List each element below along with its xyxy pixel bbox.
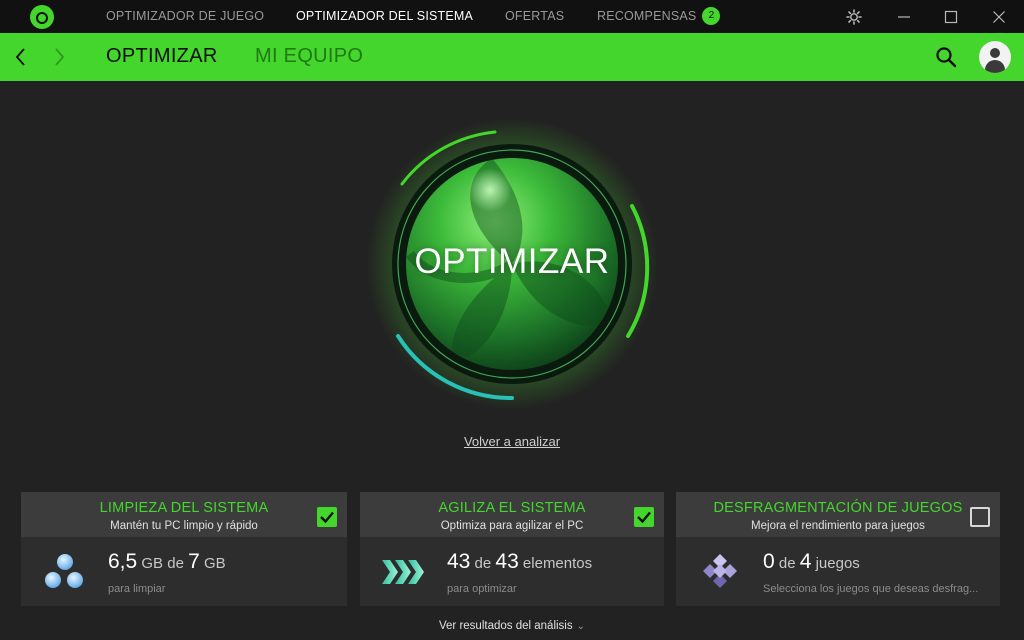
diamonds-icon (703, 554, 737, 588)
card-subtitle: Mantén tu PC limpio y rápido (110, 520, 258, 532)
stat-unit-2: elementos (522, 555, 593, 572)
nav-tab-optimizar[interactable]: OPTIMIZAR (106, 33, 218, 81)
maximize-icon[interactable] (931, 0, 971, 33)
stat-unit-1: GB (141, 555, 164, 572)
minimize-icon[interactable] (884, 0, 924, 33)
card-header: LIMPIEZA DEL SISTEMA Mantén tu PC limpio… (21, 492, 347, 537)
card-title: AGILIZA EL SISTEMA (438, 500, 586, 516)
avatar-icon[interactable] (979, 41, 1011, 73)
optimize-button[interactable]: OPTIMIZAR (362, 114, 662, 414)
results-row: Ver resultados del análisis ⌄ (0, 620, 1024, 632)
card-body: 6,5 GB de 7 GB para limpiar (21, 537, 347, 606)
card-system-cleanup: LIMPIEZA DEL SISTEMA Mantén tu PC limpio… (21, 492, 347, 606)
tab-optimizador-del-sistema[interactable]: OPTIMIZADOR DEL SISTEMA (296, 0, 473, 33)
stat-unit-2: GB (203, 555, 226, 572)
card-header: DESFRAGMENTACIÓN DE JUEGOS Mejora el ren… (676, 492, 1000, 537)
settings-gear-icon[interactable] (834, 0, 874, 33)
view-results-link[interactable]: Ver resultados del análisis (439, 620, 573, 632)
defrag-stat: 0 de 4 juegos (763, 550, 860, 574)
card-header: AGILIZA EL SISTEMA Optimiza para agiliza… (360, 492, 664, 537)
stat-value-2: 43 (495, 550, 519, 573)
tab-recompensas[interactable]: RECOMPENSAS 2 (597, 0, 721, 33)
stat-connector: de (474, 555, 492, 572)
stat-value-1: 6,5 (108, 550, 138, 573)
stat-value-1: 0 (763, 550, 775, 573)
card-subtitle: Mejora el rendimiento para juegos (751, 520, 925, 532)
defrag-stat-caption: Selecciona los juegos que deseas desfrag… (763, 583, 979, 595)
card-game-defrag: DESFRAGMENTACIÓN DE JUEGOS Mejora el ren… (676, 492, 1000, 606)
tab-optimizador-de-juego[interactable]: OPTIMIZADOR DE JUEGO (106, 0, 264, 33)
app-logo-icon[interactable] (30, 5, 54, 29)
stat-value-1: 43 (447, 550, 471, 573)
card-body: 43 de 43 elementos para optimizar (360, 537, 664, 606)
forward-arrow-icon[interactable] (52, 33, 66, 81)
card-title: DESFRAGMENTACIÓN DE JUEGOS (713, 500, 963, 516)
stat-value-2: 4 (799, 550, 812, 573)
card-speed-up: AGILIZA EL SISTEMA Optimiza para agiliza… (360, 492, 664, 606)
speed-up-checkbox[interactable] (634, 507, 654, 527)
stat-unit-2: juegos (815, 555, 860, 572)
reanalyze-row: Volver a analizar (0, 434, 1024, 449)
title-bar: OPTIMIZADOR DE JUEGO OPTIMIZADOR DEL SIS… (0, 0, 1024, 33)
tab-ofertas[interactable]: OFERTAS (505, 0, 564, 33)
defrag-checkbox[interactable] (970, 507, 990, 527)
optimize-label: OPTIMIZAR (414, 242, 610, 281)
nav-tab-mi-equipo[interactable]: MI EQUIPO (255, 33, 363, 81)
tab-recompensas-label: RECOMPENSAS (597, 9, 697, 23)
speed-up-stat-caption: para optimizar (447, 583, 517, 595)
card-subtitle: Optimiza para agilizar el PC (440, 520, 584, 532)
close-icon[interactable] (979, 0, 1019, 33)
speed-up-stat: 43 de 43 elementos (447, 550, 592, 574)
back-arrow-icon[interactable] (14, 33, 28, 81)
stat-connector: de (167, 555, 184, 572)
rewards-count-badge: 2 (702, 6, 721, 25)
cleanup-checkbox[interactable] (317, 507, 337, 527)
chevron-down-icon[interactable]: ⌄ (577, 621, 585, 632)
main-nav-bar: OPTIMIZAR MI EQUIPO (0, 33, 1024, 81)
card-title: LIMPIEZA DEL SISTEMA (99, 500, 269, 516)
stat-connector: de (778, 555, 796, 572)
cleanup-stat: 6,5 GB de 7 GB (108, 550, 226, 574)
chevrons-icon (382, 560, 424, 584)
cleanup-stat-caption: para limpiar (108, 583, 166, 595)
card-body: 0 de 4 juegos Selecciona los juegos que … (676, 537, 1000, 606)
stat-value-2: 7 (188, 550, 200, 573)
reanalyze-link[interactable]: Volver a analizar (464, 434, 560, 449)
search-icon[interactable] (934, 45, 958, 69)
bubbles-icon (45, 554, 83, 588)
